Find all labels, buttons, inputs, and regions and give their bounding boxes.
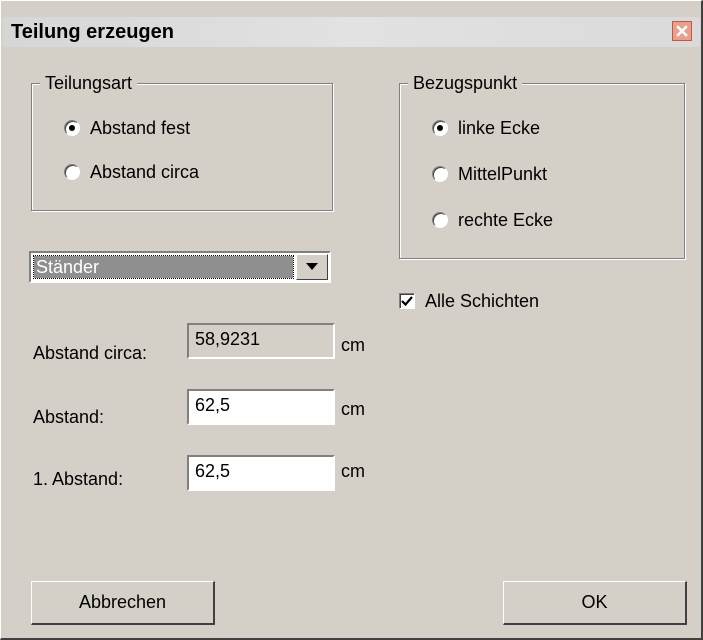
radio-rechte-ecke[interactable]: rechte Ecke	[432, 208, 553, 232]
abstand-circa-label: Abstand circa:	[33, 343, 148, 363]
type-select-value: Ständer	[33, 255, 294, 279]
erster-abstand-label: 1. Abstand:	[33, 469, 124, 489]
window-title: Teilung erzeugen	[11, 21, 174, 43]
radio-mittelpunkt[interactable]: MittelPunkt	[432, 162, 547, 186]
abstand-unit: cm	[341, 399, 365, 419]
radio-button[interactable]	[64, 164, 80, 180]
radio-abstand-fest[interactable]: Abstand fest	[64, 116, 190, 140]
abstand-circa-unit: cm	[341, 335, 365, 355]
radio-button[interactable]	[432, 166, 448, 182]
radio-label: Abstand circa	[90, 161, 200, 182]
dropdown-button[interactable]	[296, 254, 328, 280]
close-button[interactable]	[672, 21, 692, 41]
checkmark-icon	[401, 296, 413, 307]
abstand-label: Abstand:	[33, 407, 105, 427]
ok-button[interactable]: OK	[503, 581, 687, 625]
radio-label: MittelPunkt	[458, 163, 548, 184]
chevron-down-icon	[306, 263, 318, 270]
type-select[interactable]: Ständer	[29, 251, 331, 283]
alle-schichten-checkbox-row[interactable]: Alle Schichten	[399, 289, 539, 313]
dialog-window: Teilung erzeugen Teilungsart Abstand fes…	[0, 0, 703, 640]
abstand-input[interactable]: 62,5	[187, 389, 335, 425]
cancel-button[interactable]: Abbrechen	[31, 581, 215, 625]
radio-button[interactable]	[64, 120, 80, 136]
erster-abstand-input[interactable]: 62,5	[187, 455, 335, 491]
radio-button[interactable]	[432, 212, 448, 228]
radio-linke-ecke[interactable]: linke Ecke	[432, 116, 540, 140]
erster-abstand-unit: cm	[341, 461, 365, 481]
radio-label: Abstand fest	[90, 117, 191, 138]
teilungsart-group: Teilungsart Abstand fest Abstand circa	[31, 72, 333, 211]
radio-abstand-circa[interactable]: Abstand circa	[64, 160, 199, 184]
teilungsart-group-label: Teilungsart	[40, 72, 138, 94]
close-icon	[676, 25, 688, 37]
bezugspunkt-group: Bezugspunkt linke Ecke MittelPunkt recht…	[399, 72, 685, 259]
radio-label: linke Ecke	[458, 117, 541, 138]
title-bar[interactable]: Teilung erzeugen	[3, 17, 700, 47]
abstand-circa-field: 58,9231	[187, 323, 335, 359]
radio-label: rechte Ecke	[458, 209, 554, 230]
alle-schichten-checkbox[interactable]	[399, 293, 415, 309]
alle-schichten-label: Alle Schichten	[425, 290, 540, 311]
radio-button[interactable]	[432, 120, 448, 136]
bezugspunkt-group-label: Bezugspunkt	[408, 72, 523, 94]
